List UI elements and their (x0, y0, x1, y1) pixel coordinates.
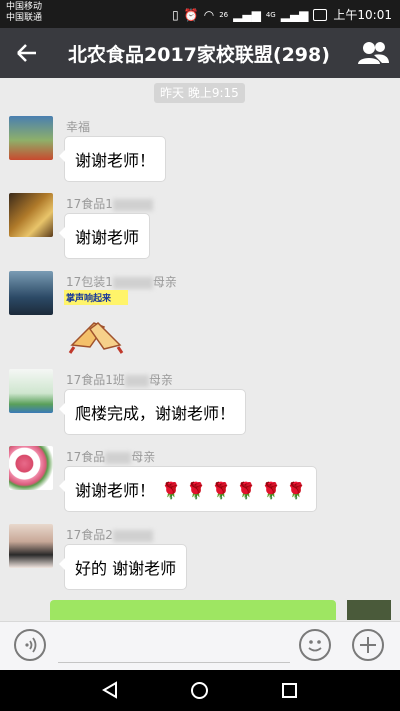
vibrate-icon: ▯ (172, 7, 179, 22)
chat-title: 北农食品2017家校联盟(298) (68, 44, 330, 66)
self-avatar[interactable] (347, 600, 391, 620)
network-label-2: 4G (265, 10, 276, 19)
message-bubble[interactable]: 谢谢老师 (58, 213, 151, 259)
smiley-icon (308, 640, 322, 652)
avatar[interactable] (9, 116, 53, 160)
avatar[interactable] (9, 271, 53, 315)
carrier-info: 中国移动 中国联通 (6, 2, 42, 24)
chat-header: 北农食品2017家校联盟(298) (0, 28, 400, 78)
status-bar: 中国移动 中国联通 ▯ ⏰ ◠ 26 ▂▄▆ 4G ▂▄▆ 上午10:01 (0, 0, 400, 28)
alarm-icon: ⏰ (183, 7, 199, 22)
nav-recent-apps-icon[interactable] (282, 683, 297, 698)
wifi-icon: ◠ (203, 7, 215, 22)
sender-name: 17食品 母亲 (66, 450, 156, 464)
clock: 上午10:01 (333, 8, 392, 22)
system-navigation-bar (0, 670, 400, 711)
sender-name: 幸福 (66, 120, 91, 134)
sender-name: 17食品1班 母亲 (66, 373, 173, 387)
voice-icon (25, 637, 37, 653)
input-bar (0, 621, 400, 670)
back-arrow-icon[interactable] (12, 38, 42, 68)
group-members-icon[interactable] (356, 38, 390, 68)
avatar[interactable] (9, 369, 53, 413)
avatar[interactable] (9, 446, 53, 490)
more-options-button[interactable] (352, 629, 384, 661)
voice-input-button[interactable] (14, 629, 46, 661)
battery-icon (313, 8, 328, 21)
sender-name: 17食品2 (66, 526, 153, 543)
sender-name: 17包装1 母亲 (66, 275, 177, 289)
signal-icon: ▂▄▆ (233, 7, 261, 22)
timestamp: 昨天 晚上9:15 (154, 83, 245, 103)
clapping-sticker[interactable]: 掌声响起来 (64, 290, 128, 354)
chat-area[interactable]: 昨天 晚上9:15 幸福 谢谢老师！ 17食品1 谢谢老师 17包装1 母亲 掌声… (0, 78, 400, 621)
message-bubble[interactable]: 谢谢老师！ (58, 136, 167, 182)
plus-icon (360, 637, 376, 653)
signal-icon-2: ▂▄▆ (280, 7, 309, 22)
rose-icons: 🌹 🌹 🌹 🌹 🌹 🌹 (161, 481, 306, 500)
nav-home-icon[interactable] (191, 682, 208, 699)
network-label: 26 (219, 10, 229, 19)
clapping-hands-icon (68, 322, 124, 354)
status-right: ▯ ⏰ ◠ 26 ▂▄▆ 4G ▂▄▆ 上午10:01 (172, 6, 392, 23)
sender-name: 17食品1 (66, 195, 153, 212)
message-bubble[interactable]: 谢谢老师！ 🌹 🌹 🌹 🌹 🌹 🌹 (59, 466, 317, 512)
self-message-bubble-partial[interactable] (50, 600, 336, 620)
avatar[interactable] (9, 193, 53, 237)
status-icons: ▯ ⏰ ◠ 26 ▂▄▆ 4G ▂▄▆ (172, 7, 328, 22)
message-bubble[interactable]: 爬楼完成，谢谢老师！ (58, 389, 247, 435)
nav-back-icon[interactable] (101, 681, 119, 699)
message-input[interactable] (58, 662, 290, 663)
message-bubble[interactable]: 好的 谢谢老师 (58, 544, 188, 590)
avatar[interactable] (9, 524, 53, 568)
carrier-2: 中国联通 (6, 13, 43, 23)
sticker-caption: 掌声响起来 (64, 290, 128, 305)
emoji-button[interactable] (299, 629, 331, 661)
carrier-1: 中国移动 (6, 2, 43, 12)
